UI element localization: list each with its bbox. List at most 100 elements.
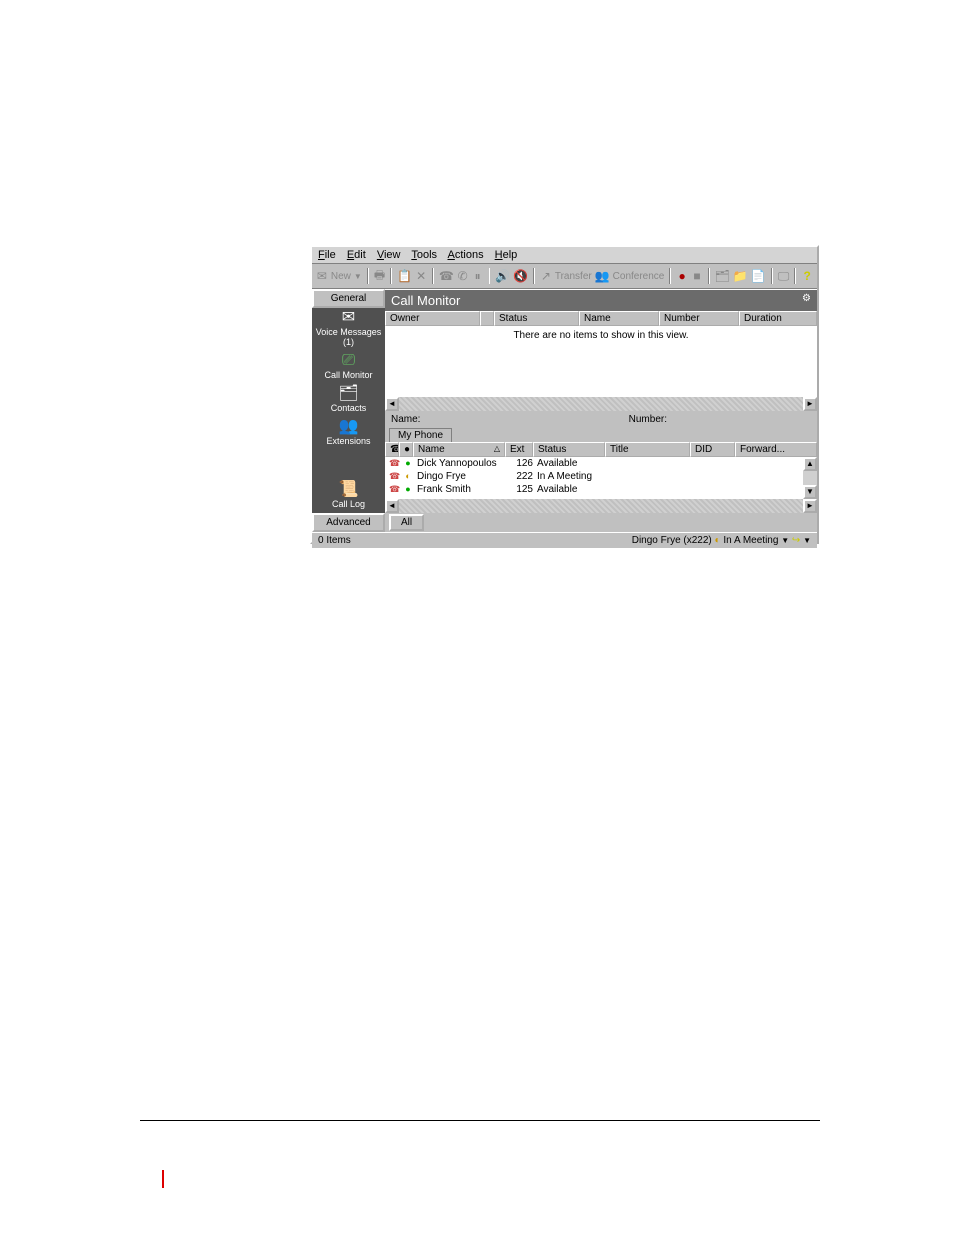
phone-icon: ☎ xyxy=(387,457,401,470)
menu-bar: File Edit View Tools Actions Help xyxy=(312,247,817,264)
scroll-down-icon[interactable]: ▼ xyxy=(803,485,817,499)
tool3-icon[interactable]: 📄 xyxy=(751,268,766,284)
call-columns: Owner Status Name Number Duration xyxy=(385,311,817,326)
status-presence[interactable]: In A Meeting xyxy=(723,535,778,546)
phone-tabs: My Phone xyxy=(385,428,817,442)
col-ext[interactable]: Ext xyxy=(505,442,533,457)
tool4-icon[interactable]: 🖵 xyxy=(778,268,790,284)
empty-message: There are no items to show in this view. xyxy=(385,326,817,341)
sidebar-label-ext: Extensions xyxy=(312,436,385,446)
ext-scroll-h[interactable]: ◄ ► xyxy=(385,499,817,513)
speaker-icon[interactable]: 🔊 xyxy=(495,268,510,284)
call-scroll-h[interactable]: ◄ ► xyxy=(385,397,817,411)
content-pane: Call Monitor ⚙ Owner Status Name Number … xyxy=(385,289,817,532)
section-settings-icon[interactable]: ⚙ xyxy=(802,293,811,308)
ext-scroll-v[interactable]: ▲ ▼ xyxy=(803,457,817,499)
tool1-icon[interactable]: 🗂 xyxy=(715,268,730,284)
sidebar: General ✉ Voice Messages (1) ⎚ Call Moni… xyxy=(312,289,385,532)
copy-icon[interactable]: 📋 xyxy=(397,268,412,284)
section-title-bar: Call Monitor ⚙ xyxy=(385,289,817,311)
new-button[interactable]: New xyxy=(331,271,351,282)
status-forward-icon[interactable]: ↪ xyxy=(792,535,800,546)
col-did[interactable]: DID xyxy=(690,442,735,457)
scroll-left-icon[interactable]: ◄ xyxy=(385,499,399,513)
toolbar: ✉ New ▼ 🖶 📋 ✕ ☎ ✆ ⏸ 🔊 🔇 ↗ Transfer 👥 Con… xyxy=(312,264,817,289)
tool2-icon[interactable]: 📁 xyxy=(733,268,748,284)
sidebar-tab-advanced[interactable]: Advanced xyxy=(312,513,385,532)
menu-file[interactable]: File xyxy=(318,249,336,261)
scroll-up-icon[interactable]: ▲ xyxy=(803,457,817,471)
mid-bar: Name: Number: xyxy=(385,411,817,428)
sidebar-label-voice: Voice Messages (1) xyxy=(312,327,385,347)
ext-name: Frank Smith xyxy=(415,483,507,496)
sidebar-label-callmon: Call Monitor xyxy=(312,370,385,380)
contacts-icon: 🗂 xyxy=(312,386,385,402)
scroll-right-icon[interactable]: ► xyxy=(803,499,817,513)
menu-tools[interactable]: Tools xyxy=(411,249,437,261)
extensions-list: ☎ ● Dick Yannopoulos 126 Available ☎ ◐ D… xyxy=(385,457,817,499)
col-name[interactable]: Name xyxy=(579,311,659,326)
presence-busy-icon: ◐ xyxy=(401,470,415,483)
ext-status: Available xyxy=(535,483,607,496)
col-number[interactable]: Number xyxy=(659,311,739,326)
dial-icon[interactable]: ☎ xyxy=(439,268,454,284)
col-forward[interactable]: Forward... xyxy=(735,442,817,457)
col-blank[interactable] xyxy=(480,311,494,326)
ext-row[interactable]: ☎ ◐ Dingo Frye 222 In A Meeting xyxy=(385,470,817,483)
scroll-right-icon[interactable]: ► xyxy=(803,397,817,411)
ext-name: Dingo Frye xyxy=(415,470,507,483)
menu-help[interactable]: Help xyxy=(495,249,518,261)
conference-icon: 👥 xyxy=(595,268,610,284)
col-duration[interactable]: Duration xyxy=(739,311,817,326)
stop-icon[interactable]: ■ xyxy=(691,268,703,284)
col-ext-status[interactable]: Status xyxy=(533,442,605,457)
delete-icon[interactable]: ✕ xyxy=(415,268,427,284)
tab-my-phone[interactable]: My Phone xyxy=(389,428,452,442)
mute-icon[interactable]: 🔇 xyxy=(513,268,528,284)
col-owner[interactable]: Owner xyxy=(385,311,480,326)
menu-edit[interactable]: Edit xyxy=(347,249,366,261)
status-user: Dingo Frye (x222) xyxy=(632,535,712,546)
footer-tabs: All xyxy=(385,513,817,532)
ext-number: 126 xyxy=(507,457,535,470)
sidebar-item-call-log[interactable]: 📜 Call Log xyxy=(312,450,385,513)
presence-available-icon: ● xyxy=(401,457,415,470)
ext-row[interactable]: ☎ ● Frank Smith 125 Available xyxy=(385,483,817,496)
new-icon[interactable]: ✉ xyxy=(316,268,328,284)
divider-line xyxy=(140,1120,820,1121)
monitor-icon: ⎚ xyxy=(312,353,385,369)
sidebar-label-calllog: Call Log xyxy=(312,499,385,509)
voice-icon: ✉ xyxy=(312,310,385,326)
menu-view[interactable]: View xyxy=(377,249,401,261)
call-log-icon: 📜 xyxy=(312,482,385,498)
conference-button[interactable]: Conference xyxy=(613,271,665,282)
sidebar-item-voice-messages[interactable]: ✉ Voice Messages (1) xyxy=(312,308,385,351)
ext-row[interactable]: ☎ ● Dick Yannopoulos 126 Available xyxy=(385,457,817,470)
hold-icon[interactable]: ⏸ xyxy=(472,268,484,284)
hangup-icon[interactable]: ✆ xyxy=(457,268,469,284)
number-label: Number: xyxy=(629,414,667,425)
col-title[interactable]: Title xyxy=(605,442,690,457)
record-icon[interactable]: ● xyxy=(676,268,688,284)
sidebar-item-call-monitor[interactable]: ⎚ Call Monitor xyxy=(312,351,385,384)
extensions-icon: 👥 xyxy=(312,419,385,435)
menu-actions[interactable]: Actions xyxy=(448,249,484,261)
ext-status: Available xyxy=(535,457,607,470)
section-title: Call Monitor xyxy=(391,293,460,308)
presence-available-icon: ● xyxy=(401,483,415,496)
scroll-left-icon[interactable]: ◄ xyxy=(385,397,399,411)
col-ext-name[interactable]: Name △ xyxy=(413,442,505,457)
col-status[interactable]: Status xyxy=(494,311,579,326)
help-icon[interactable]: ? xyxy=(801,268,813,284)
sidebar-tab-general[interactable]: General xyxy=(312,289,385,308)
col-presence-icon[interactable]: ● xyxy=(399,442,413,457)
print-icon[interactable]: 🖶 xyxy=(374,268,386,284)
tab-all[interactable]: All xyxy=(389,514,424,531)
status-items: 0 Items xyxy=(318,535,351,546)
col-dial-icon[interactable]: ☎ xyxy=(385,442,399,457)
sidebar-item-contacts[interactable]: 🗂 Contacts xyxy=(312,384,385,417)
transfer-button[interactable]: Transfer xyxy=(555,271,592,282)
sidebar-item-extensions[interactable]: 👥 Extensions xyxy=(312,417,385,450)
status-right: Dingo Frye (x222) ◐ In A Meeting ▼ ↪ ▼ xyxy=(632,535,811,546)
app-window: File Edit View Tools Actions Help ✉ New … xyxy=(310,245,819,544)
